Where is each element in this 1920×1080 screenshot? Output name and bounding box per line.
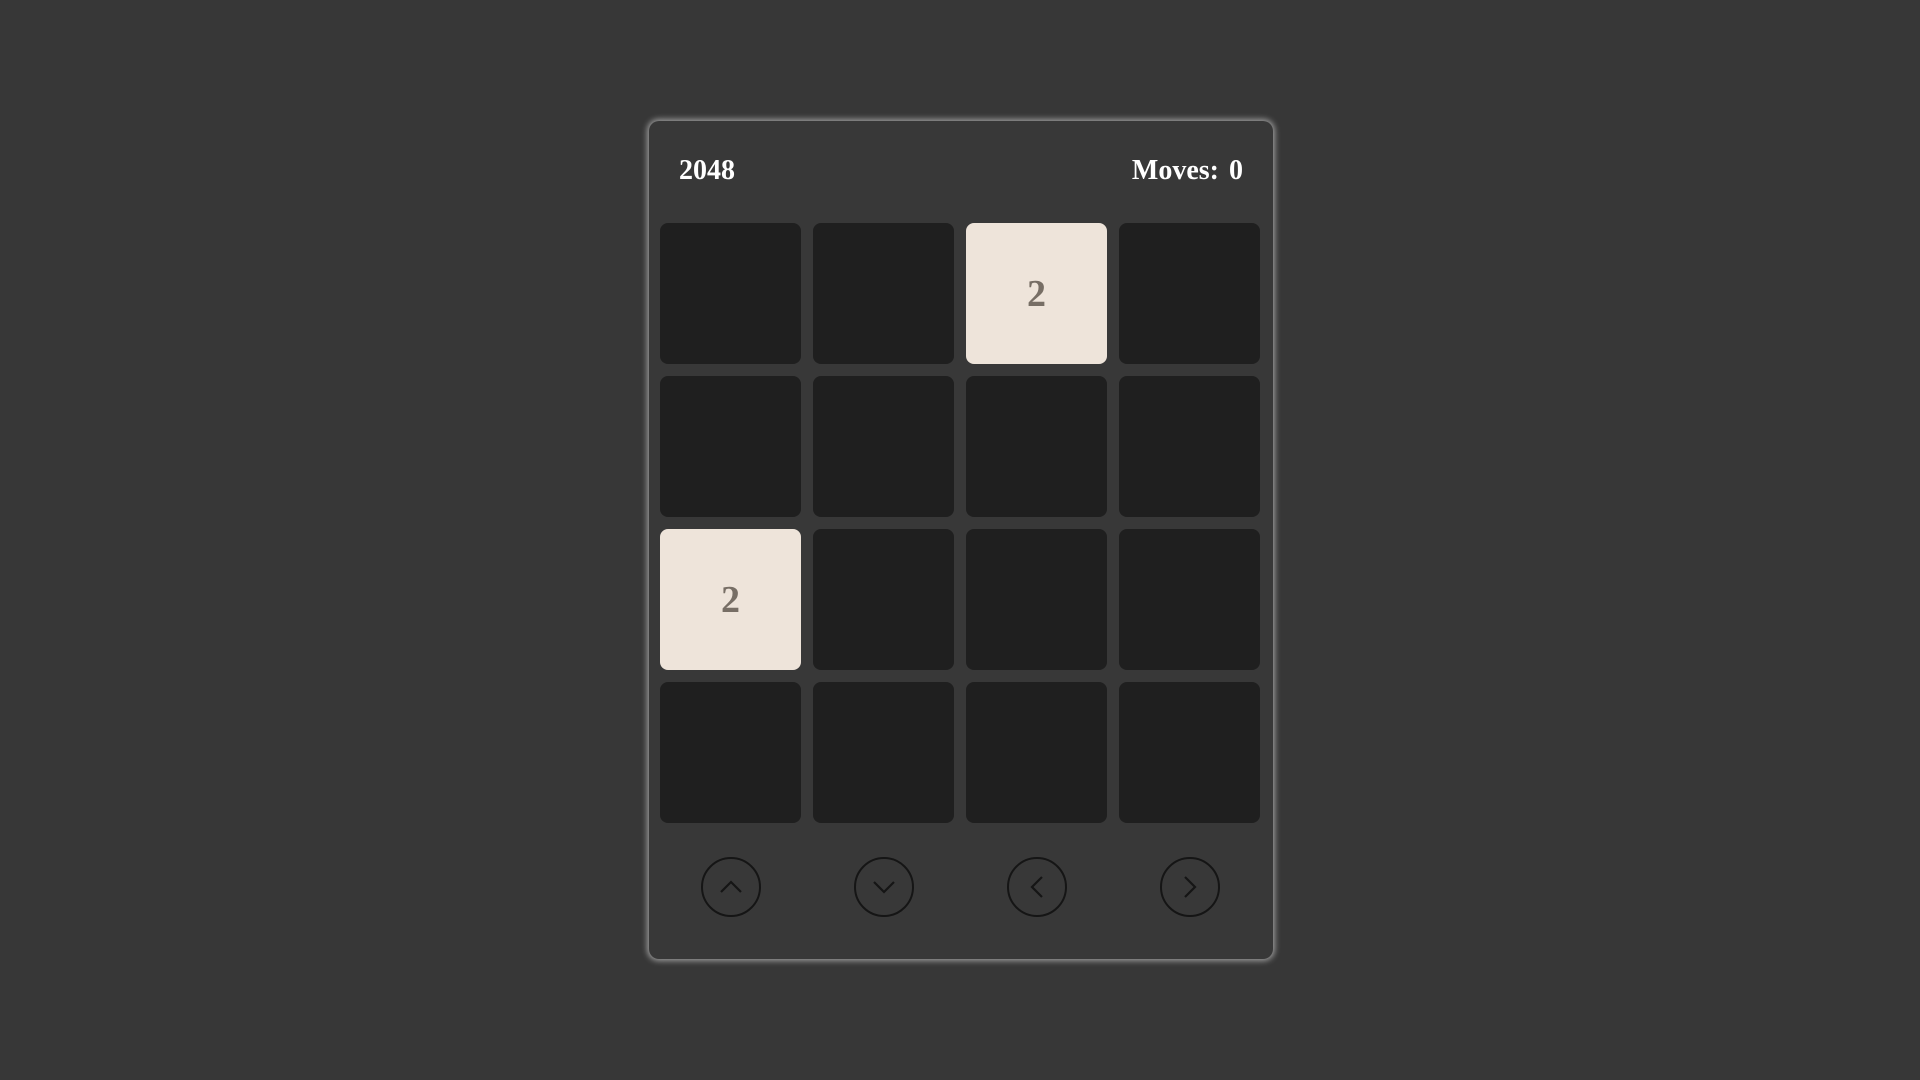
board-tile	[660, 682, 801, 823]
board-tile: 2	[966, 223, 1107, 364]
board-tile	[813, 376, 954, 517]
board-tile	[813, 529, 954, 670]
board-tile	[966, 529, 1107, 670]
chevron-down-icon	[872, 881, 895, 894]
board-tile	[813, 682, 954, 823]
game-board: 2 2	[660, 223, 1260, 823]
game-header: 2048 Moves: 0	[679, 151, 1243, 191]
board-tile	[660, 376, 801, 517]
board-tile	[813, 223, 954, 364]
move-down-button[interactable]	[853, 857, 914, 917]
move-right-button[interactable]	[1159, 857, 1220, 917]
board-tile	[966, 682, 1107, 823]
board-tile	[1119, 682, 1260, 823]
game-title: 2048	[679, 155, 735, 186]
move-left-button[interactable]	[1006, 857, 1067, 917]
board-tile	[660, 223, 801, 364]
board-tile	[1119, 223, 1260, 364]
board-tile	[1119, 376, 1260, 517]
arrow-controls	[660, 856, 1260, 918]
move-up-button[interactable]	[700, 857, 761, 917]
board-tile	[966, 376, 1107, 517]
chevron-right-icon	[1183, 876, 1197, 898]
moves-value: 0	[1229, 155, 1243, 186]
moves-counter: Moves: 0	[1132, 155, 1243, 187]
chevron-left-icon	[1029, 876, 1043, 898]
game-panel: 2048 Moves: 0 2 2	[649, 121, 1273, 959]
board-tile: 2	[660, 529, 801, 670]
board-tile	[1119, 529, 1260, 670]
moves-label: Moves:	[1131, 155, 1219, 186]
chevron-up-icon	[719, 880, 742, 893]
